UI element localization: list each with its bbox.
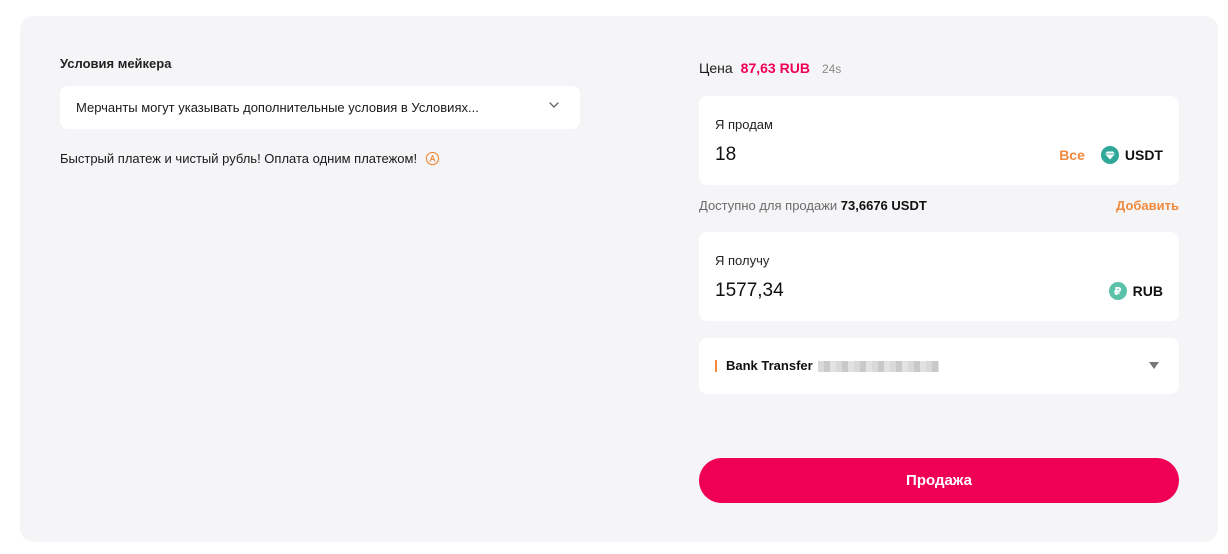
sell-amount-label: Я продам (715, 117, 773, 132)
sell-submit-button[interactable]: Продажа (699, 458, 1179, 503)
ruble-icon: ₽ (1108, 282, 1127, 300)
sell-all-button[interactable]: Все (1059, 147, 1085, 163)
price-row: Цена 87,63 RUB 24s (699, 60, 841, 76)
payment-method-details-redacted (818, 361, 939, 372)
add-funds-link[interactable]: Добавить (1116, 198, 1179, 213)
caret-down-icon (1149, 362, 1159, 369)
maker-promo-line: Быстрый платеж и чистый рубль! Оплата од… (60, 151, 440, 166)
price-value: 87,63 RUB (740, 60, 810, 76)
maker-terms-text: Мерчанты могут указывать дополнительные … (76, 100, 479, 115)
translate-icon[interactable] (425, 151, 440, 166)
sell-amount-input[interactable] (715, 144, 1015, 166)
usdt-diamond-icon (1100, 146, 1119, 164)
payment-method-accent-bar (715, 360, 717, 372)
sell-asset: Все USDT (1059, 146, 1163, 164)
receive-amount-label: Я получу (715, 253, 770, 268)
price-label: Цена (699, 60, 733, 76)
available-balance-row: Доступно для продажи 73,6676 USDT Добави… (699, 198, 1179, 213)
available-value: 73,6676 USDT (840, 198, 927, 213)
chevron-down-icon (549, 102, 559, 108)
receive-amount-input[interactable] (715, 280, 1015, 302)
receive-asset: ₽ RUB (1108, 282, 1163, 300)
sell-amount-card: Я продам Все USDT (699, 96, 1179, 185)
receive-amount-card: Я получу ₽ RUB (699, 232, 1179, 321)
payment-method-name: Bank Transfer (726, 358, 813, 373)
receive-asset-name: RUB (1132, 283, 1163, 299)
maker-terms-dropdown[interactable]: Мерчанты могут указывать дополнительные … (60, 86, 580, 129)
sell-asset-name: USDT (1124, 147, 1163, 163)
maker-terms-title: Условия мейкера (60, 56, 172, 71)
maker-promo-text: Быстрый платеж и чистый рубль! Оплата од… (60, 151, 418, 166)
payment-method-dropdown[interactable]: Bank Transfer (699, 338, 1179, 394)
available-label: Доступно для продажи (699, 198, 838, 213)
order-panel: Условия мейкера Мерчанты могут указывать… (20, 16, 1218, 542)
price-refresh-timer: 24s (821, 62, 842, 76)
